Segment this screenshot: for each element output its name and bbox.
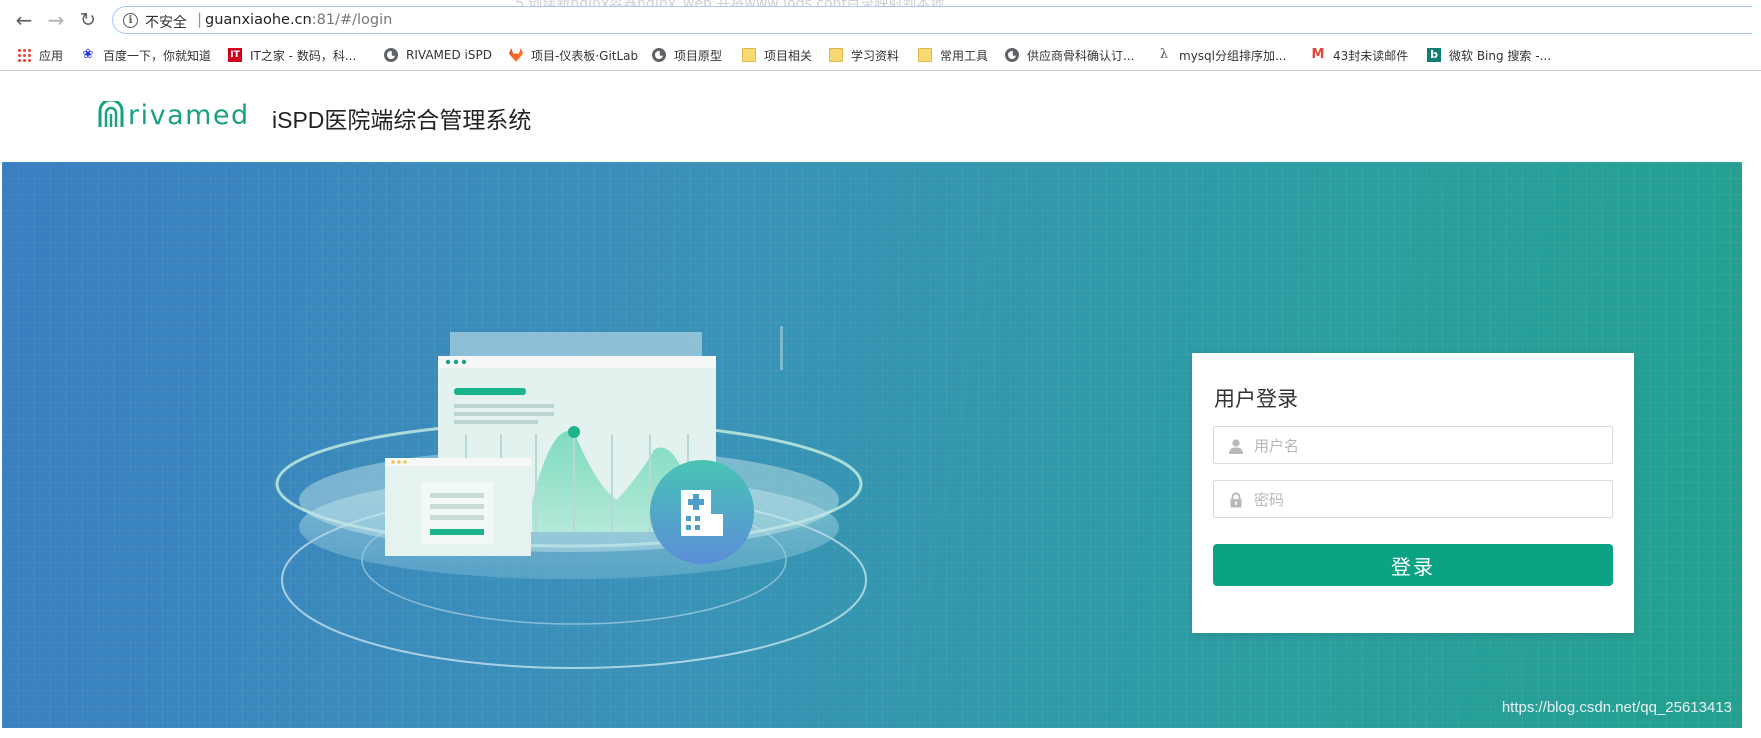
reload-button[interactable]: ↻ bbox=[76, 8, 100, 32]
login-button[interactable]: 登录 bbox=[1213, 544, 1613, 586]
folder-icon bbox=[918, 48, 932, 62]
folder-icon bbox=[742, 48, 756, 62]
gitlab-icon bbox=[509, 48, 523, 62]
globe-icon bbox=[652, 48, 666, 62]
bookmarks-bar: 应用 ❀ 百度一下，你就知道 IT IT之家 - 数码，科... RIVAMED i… bbox=[0, 40, 1761, 71]
bookmark-folder-study[interactable]: 学习资料 bbox=[829, 46, 899, 64]
baidu-paw-icon: ❀ bbox=[82, 47, 94, 62]
forward-button[interactable]: → bbox=[44, 8, 68, 32]
username-field[interactable] bbox=[1213, 426, 1613, 465]
csdn-watermark: https://blog.csdn.net/qq_25613413 bbox=[1501, 699, 1732, 716]
bookmark-folder-project[interactable]: 项目相关 bbox=[742, 46, 812, 64]
url-text[interactable]: guanxiaohe.cn:81/#/login bbox=[205, 12, 392, 28]
arrow-right-icon: → bbox=[47, 8, 65, 32]
address-separator: | bbox=[197, 10, 203, 28]
rivamed-logo-icon bbox=[98, 101, 124, 127]
bookmark-prototype[interactable]: 项目原型 bbox=[652, 46, 722, 64]
password-input[interactable] bbox=[1252, 481, 1606, 519]
login-card: 用户登录 登录 bbox=[1192, 353, 1634, 633]
page-header: rivamed iSPD医院端综合管理系统 bbox=[2, 71, 1742, 162]
system-title: iSPD医院端综合管理系统 bbox=[272, 107, 532, 133]
globe-icon bbox=[384, 48, 398, 62]
bookmark-baidu[interactable]: ❀ 百度一下，你就知道 bbox=[81, 46, 211, 64]
arrow-left-icon: ← bbox=[15, 8, 33, 32]
globe-icon bbox=[1005, 48, 1019, 62]
username-input[interactable] bbox=[1252, 427, 1606, 465]
bookmark-supplier[interactable]: 供应商骨科确认订... bbox=[1005, 46, 1134, 64]
folder-icon bbox=[829, 48, 843, 62]
password-field[interactable] bbox=[1213, 480, 1613, 519]
lock-icon bbox=[1230, 492, 1242, 508]
bookmark-ithome[interactable]: IT IT之家 - 数码，科... bbox=[228, 46, 356, 64]
bookmark-rivamed[interactable]: RIVAMED iSPD bbox=[384, 46, 492, 64]
security-status[interactable]: 不安全 bbox=[145, 12, 187, 32]
gmail-icon: M bbox=[1311, 47, 1325, 62]
bookmark-apps[interactable]: 应用 bbox=[17, 46, 63, 64]
bookmark-bing[interactable]: b 微软 Bing 搜索 -... bbox=[1427, 46, 1551, 64]
reload-icon: ↻ bbox=[80, 9, 96, 31]
logo-wordmark: rivamed bbox=[128, 99, 250, 131]
user-icon bbox=[1229, 439, 1243, 454]
back-button[interactable]: ← bbox=[12, 8, 36, 32]
browser-toolbar: 5.创建新nginx容器nginx_web,并将www,logs,conf目录映… bbox=[0, 0, 1761, 40]
lambda-icon: λ bbox=[1159, 47, 1169, 62]
bookmark-gitlab[interactable]: 项目-仪表板·GitLab bbox=[509, 46, 638, 64]
bookmark-mysql[interactable]: λ mysql分组排序加... bbox=[1157, 46, 1287, 64]
hospital-dashboard-illustration bbox=[275, 326, 867, 669]
login-title: 用户登录 bbox=[1214, 388, 1298, 411]
bookmark-gmail[interactable]: M 43封未读邮件 bbox=[1311, 46, 1409, 64]
bookmark-folder-tools[interactable]: 常用工具 bbox=[918, 46, 988, 64]
info-icon[interactable]: i bbox=[123, 13, 138, 28]
bing-icon: b bbox=[1427, 48, 1441, 62]
rivamed-logo[interactable]: rivamed bbox=[98, 99, 250, 131]
ithome-icon: IT bbox=[228, 48, 242, 62]
apps-icon bbox=[17, 48, 31, 62]
address-bar[interactable]: i 不安全 | guanxiaohe.cn:81/#/login bbox=[112, 6, 1752, 34]
